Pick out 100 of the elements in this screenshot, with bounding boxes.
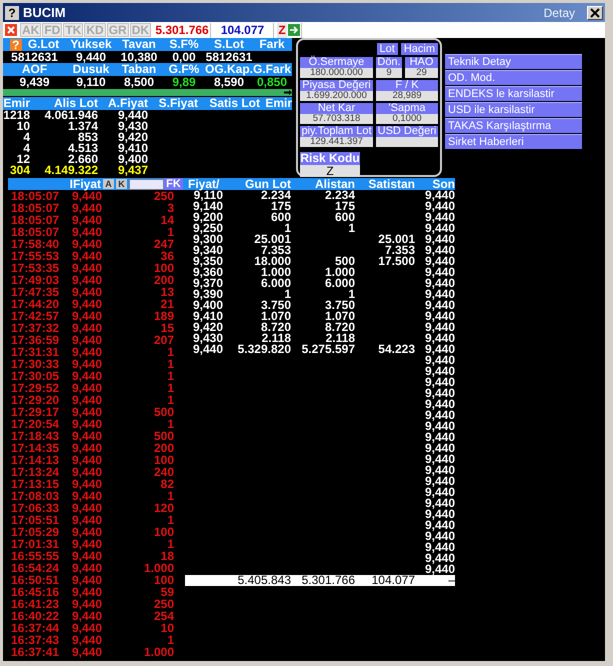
trade-time: 18:05:07 [10, 190, 60, 202]
link-button[interactable]: Teknik Detay [445, 54, 582, 69]
table-cell: 1 [284, 223, 291, 234]
summary-value: 9,110 [76, 76, 106, 88]
field-value: 0,1000 [376, 114, 438, 124]
column-header[interactable]: Satistan [368, 178, 415, 190]
table-cell: 9,370 [192, 278, 223, 289]
help-icon[interactable]: ? [10, 38, 22, 50]
trade-price: 9,440 [72, 490, 104, 502]
trade-time: 17:18:43 [10, 430, 60, 442]
table-cell: 4 [23, 143, 30, 154]
table-cell: 9,440 [424, 344, 455, 355]
trade-lot: 14 [160, 214, 174, 226]
column-header[interactable]: Alistan [314, 178, 355, 190]
field-value: 129.441.397 [300, 137, 373, 147]
total-value: 104.077 [372, 575, 415, 586]
trade-lot: 1 [167, 514, 174, 526]
summary-value: 10,380 [120, 51, 158, 63]
trade-price: 9,440 [72, 466, 104, 478]
trade-lot: 200 [154, 442, 174, 454]
table-cell: 12 [16, 154, 30, 165]
close-icon[interactable] [5, 24, 17, 36]
trade-lot: 254 [154, 610, 174, 622]
table-cell: 7.353 [384, 245, 415, 256]
trade-price: 9,440 [72, 298, 104, 310]
trade-lot: 1.000 [144, 646, 174, 658]
total-value: 5.405.843 [238, 575, 291, 586]
trade-lot: 21 [160, 298, 174, 310]
column-header[interactable]: Gun Lot [245, 178, 291, 190]
trade-price: 9,440 [72, 190, 104, 202]
column-header[interactable]: Son [432, 178, 455, 190]
table-cell: 9,440 [118, 110, 148, 121]
trade-price: 9,440 [72, 250, 104, 262]
summary-value: 5812631 [206, 51, 252, 63]
trade-time: 17:14:13 [10, 454, 60, 466]
help-icon[interactable]: ? [5, 6, 19, 20]
trade-lot: 1 [167, 226, 174, 238]
table-cell: 3.750 [260, 300, 291, 311]
table-cell: 4 [23, 132, 30, 143]
trade-time: 17:49:03 [10, 274, 60, 286]
trade-lot: 36 [160, 250, 174, 262]
link-button[interactable]: OD. Mod. [445, 70, 582, 85]
field-label: HAO [405, 57, 438, 68]
link-button[interactable]: Sirket Haberleri [445, 134, 582, 149]
trade-time: 16:41:23 [10, 598, 60, 610]
table-cell: 600 [334, 212, 355, 223]
table-cell: 9,440 [424, 355, 455, 366]
link-button[interactable]: ENDEKS le karsilastir [445, 86, 582, 101]
table-cell: 9,440 [424, 443, 455, 454]
table-cell: 9,440 [424, 256, 455, 267]
field-label: USD Değeri [376, 126, 438, 137]
column-header: S.Lot [214, 38, 244, 51]
trade-time: 17:53:35 [10, 262, 60, 274]
table-cell: 9,410 [192, 311, 223, 322]
summary-value: 0,850 [256, 76, 288, 88]
trade-price: 9,440 [72, 526, 104, 538]
table-cell: 6.000 [324, 278, 355, 289]
arrow-icon[interactable] [288, 24, 300, 36]
field-value: 1.699.200.000 [300, 91, 373, 101]
trade-lot: 10 [160, 622, 174, 634]
table-cell: 9,440 [424, 509, 455, 520]
trade-time: 17:37:32 [10, 322, 60, 334]
column-header: Tavan [122, 38, 156, 51]
table-cell: 4.513 [68, 143, 98, 154]
close-button[interactable] [587, 6, 603, 20]
panel-button[interactable]: Lot [376, 43, 398, 55]
column-header[interactable]: Fiyat/ [188, 178, 220, 190]
link-button[interactable]: USD ile karsilastir [445, 102, 582, 117]
trade-price: 9,440 [72, 394, 104, 406]
trade-lot: 1 [167, 370, 174, 382]
table-cell: 1.070 [260, 311, 291, 322]
sort-button[interactable]: A [103, 179, 114, 189]
trade-lot: 247 [154, 238, 174, 250]
trade-price: 9,440 [72, 622, 104, 634]
panel-button[interactable]: Hacim [400, 43, 438, 55]
trade-lot: 82 [160, 478, 174, 490]
trade-time: 17:58:40 [10, 238, 60, 250]
table-cell: 175 [270, 201, 291, 212]
filter-button[interactable]: FK [164, 178, 183, 190]
trade-price: 9,440 [72, 322, 104, 334]
table-cell: 9,300 [192, 234, 223, 245]
table-cell: 9,440 [424, 278, 455, 289]
table-cell: 9,440 [424, 421, 455, 432]
table-cell: 9,420 [118, 132, 148, 143]
column-header: G.Lot [28, 38, 60, 51]
table-cell: 9,440 [424, 520, 455, 531]
table-cell: 10 [16, 121, 30, 132]
trade-time: 17:13:24 [10, 466, 60, 478]
table-cell: 54.223 [378, 344, 415, 355]
trade-price: 9,440 [72, 514, 104, 526]
filter-field[interactable] [129, 178, 164, 190]
column-header: G.F% [168, 63, 200, 76]
trade-price: 9,440 [72, 346, 104, 358]
table-cell: 9,440 [424, 498, 455, 509]
arrow-icon [284, 90, 292, 95]
table-cell: 8.720 [260, 322, 291, 333]
link-button[interactable]: TAKAS Karşılaştırma [445, 118, 582, 133]
table-cell: 304 [10, 165, 30, 176]
total-value: – [448, 575, 455, 586]
sort-button[interactable]: K [116, 179, 127, 189]
